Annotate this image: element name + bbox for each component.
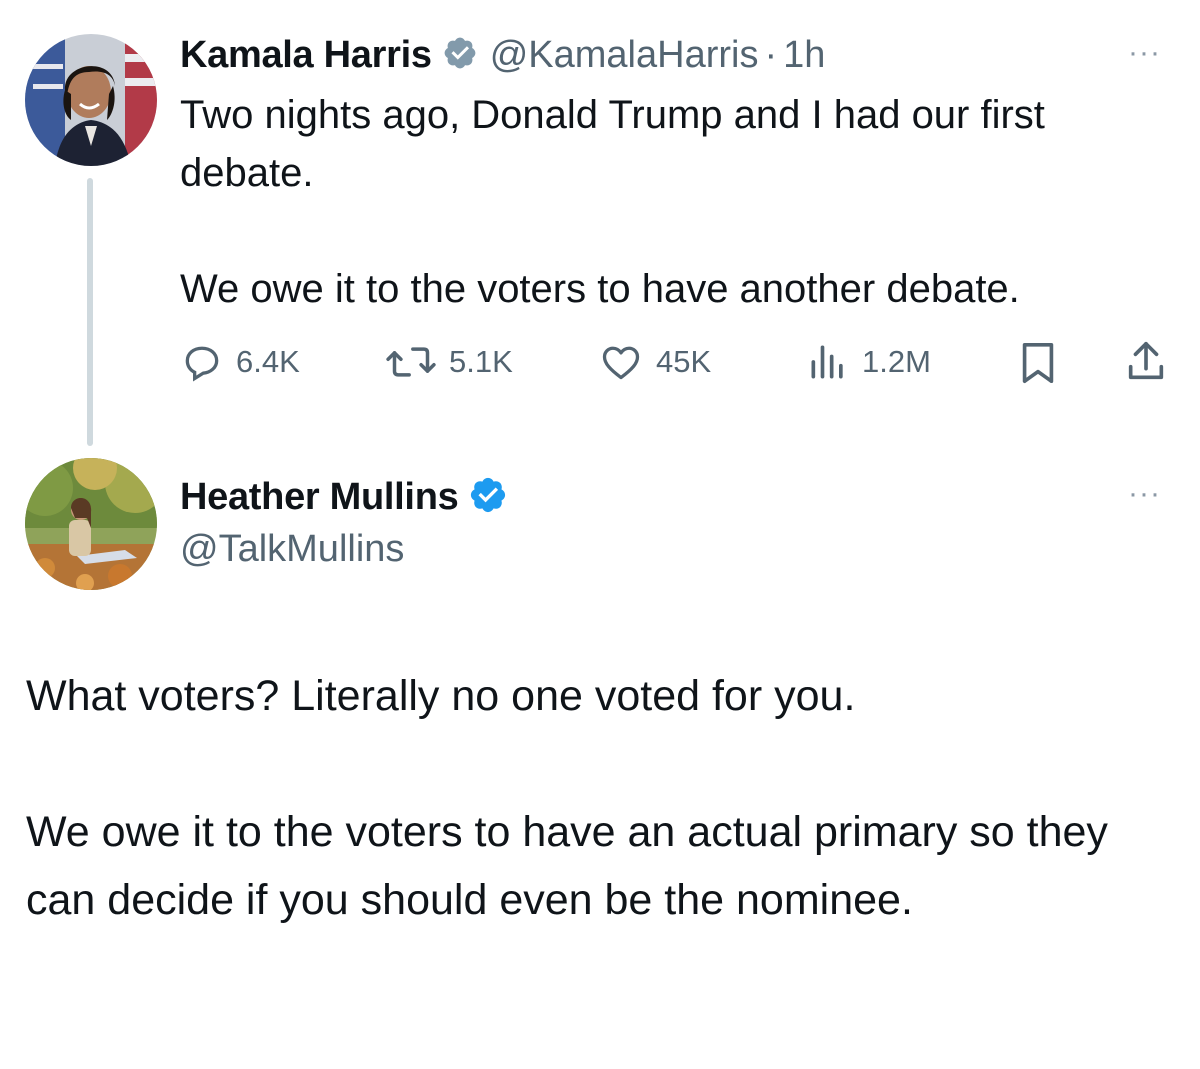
views-count: 1.2M bbox=[862, 344, 931, 379]
repost-button[interactable]: 5.1K bbox=[385, 340, 513, 384]
verified-gray-badge-icon bbox=[442, 35, 478, 76]
like-count: 45K bbox=[656, 344, 712, 379]
author-handle[interactable]: @TalkMullins bbox=[180, 528, 404, 571]
more-horizontal-icon[interactable]: ··· bbox=[1128, 477, 1161, 511]
reply-button[interactable]: 6.4K bbox=[180, 340, 300, 384]
share-button[interactable] bbox=[1124, 338, 1168, 389]
author-handle[interactable]: @KamalaHarris bbox=[490, 34, 759, 77]
bookmark-button[interactable] bbox=[1018, 340, 1058, 391]
author-avatar-heather[interactable] bbox=[25, 458, 157, 590]
reply-icon bbox=[185, 346, 219, 382]
author-avatar-kamala[interactable] bbox=[25, 34, 157, 166]
avatar-photo bbox=[25, 34, 157, 166]
like-button[interactable]: 45K bbox=[598, 340, 711, 384]
reply-text: What voters? Literally no one voted for … bbox=[26, 672, 1108, 924]
bookmark-icon bbox=[1022, 342, 1054, 384]
tweet-time[interactable]: 1h bbox=[783, 34, 825, 77]
heart-icon bbox=[602, 346, 640, 380]
author-name[interactable]: Heather Mullins bbox=[180, 476, 459, 519]
tweet-text: Two nights ago, Donald Trump and I had o… bbox=[180, 93, 1045, 311]
views-chart-icon bbox=[811, 345, 843, 379]
share-icon bbox=[1128, 341, 1164, 380]
author-name[interactable]: Kamala Harris bbox=[180, 34, 432, 77]
tweet-header: Kamala Harris @KamalaHarris · 1h bbox=[180, 30, 825, 80]
reply-header: Heather Mullins bbox=[180, 472, 508, 522]
repost-icon bbox=[386, 347, 436, 377]
thread-connector-line bbox=[87, 178, 93, 446]
handle-time-separator: · bbox=[764, 33, 778, 76]
verified-blue-badge-icon bbox=[468, 475, 508, 520]
more-horizontal-icon[interactable]: ··· bbox=[1128, 36, 1161, 70]
views-button[interactable]: 1.2M bbox=[806, 340, 931, 384]
reply-count: 6.4K bbox=[236, 344, 300, 379]
repost-count: 5.1K bbox=[449, 344, 513, 379]
avatar-photo bbox=[25, 458, 157, 590]
